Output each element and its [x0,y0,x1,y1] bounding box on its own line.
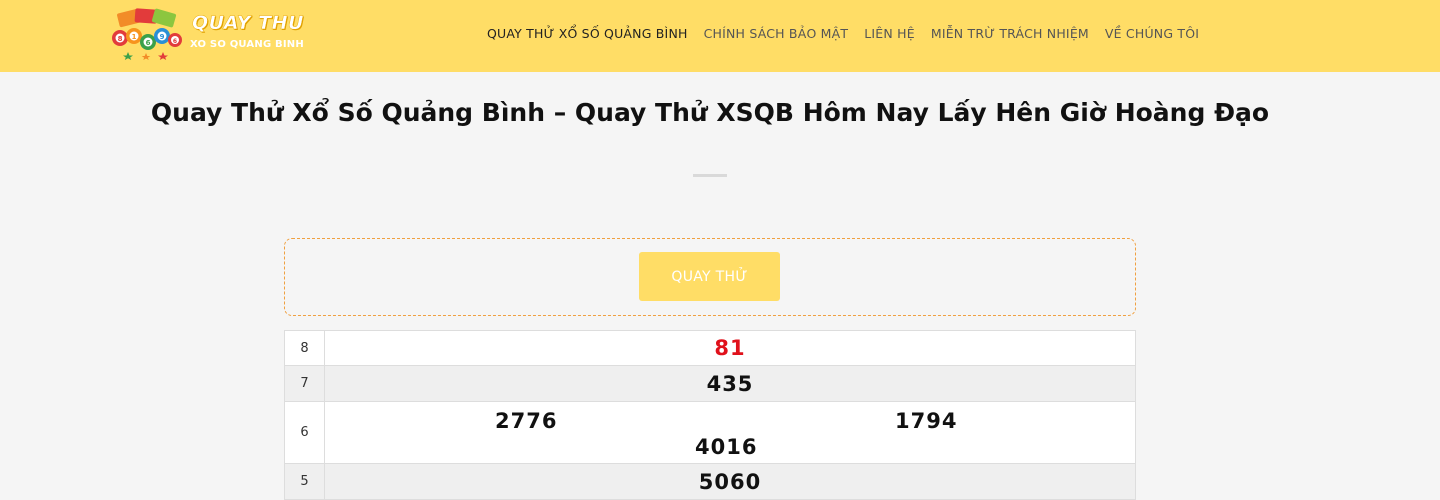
ball-number: 1 [132,33,137,41]
prize-label: 8 [284,330,325,366]
results-table: 8 81 7 435 6 2776 1794 4016 5 5060 [284,330,1136,500]
prize-number: 435 [324,365,1136,402]
site-header: 8 1 6 9 6 QUAY THU XO SO QUANG BINH QUAY… [0,0,1440,72]
nav-item-contact[interactable]: LIÊN HỆ [864,26,915,41]
lottery-balls-icon: 8 1 6 9 6 [112,8,182,60]
ball-number: 6 [173,38,177,45]
prize-label: 5 [284,463,325,500]
prize-label: 7 [284,365,325,402]
ball-number: 8 [118,35,123,43]
site-logo[interactable]: 8 1 6 9 6 QUAY THU XO SO QUANG BINH [108,8,328,60]
title-divider [693,174,727,177]
table-row: 5 5060 [284,463,1136,500]
table-row: 8 81 [284,330,1136,366]
nav-item-privacy-policy[interactable]: CHÍNH SÁCH BẢO MẬT [704,26,849,41]
table-row: 6 2776 1794 4016 [284,401,1136,464]
ball-number: 9 [160,33,165,41]
prize-number: 4016 [695,434,758,459]
prize-label: 6 [284,401,325,464]
nav-item-quay-thu[interactable]: QUAY THỬ XỔ SỐ QUẢNG BÌNH [487,26,688,41]
nav-item-about-us[interactable]: VỀ CHÚNG TÔI [1105,26,1199,41]
logo-title: QUAY THU [192,12,304,34]
prize-number: 1794 [895,408,958,433]
prize-number: 5060 [324,463,1136,500]
prize-numbers: 2776 1794 4016 [324,401,1136,464]
logo-subtitle: XO SO QUANG BINH [190,39,304,50]
table-row: 7 435 [284,365,1136,402]
prize-number: 81 [324,330,1136,366]
nav-item-disclaimer[interactable]: MIỄN TRỪ TRÁCH NHIỆM [931,26,1089,41]
page-title: Quay Thử Xổ Số Quảng Bình – Quay Thử XSQ… [150,98,1270,127]
main-nav: QUAY THỬ XỔ SỐ QUẢNG BÌNH CHÍNH SÁCH BẢO… [487,26,1199,41]
prize-number: 2776 [495,408,558,433]
ball-number: 6 [146,39,151,47]
spin-button[interactable]: QUAY THỬ [639,252,780,301]
